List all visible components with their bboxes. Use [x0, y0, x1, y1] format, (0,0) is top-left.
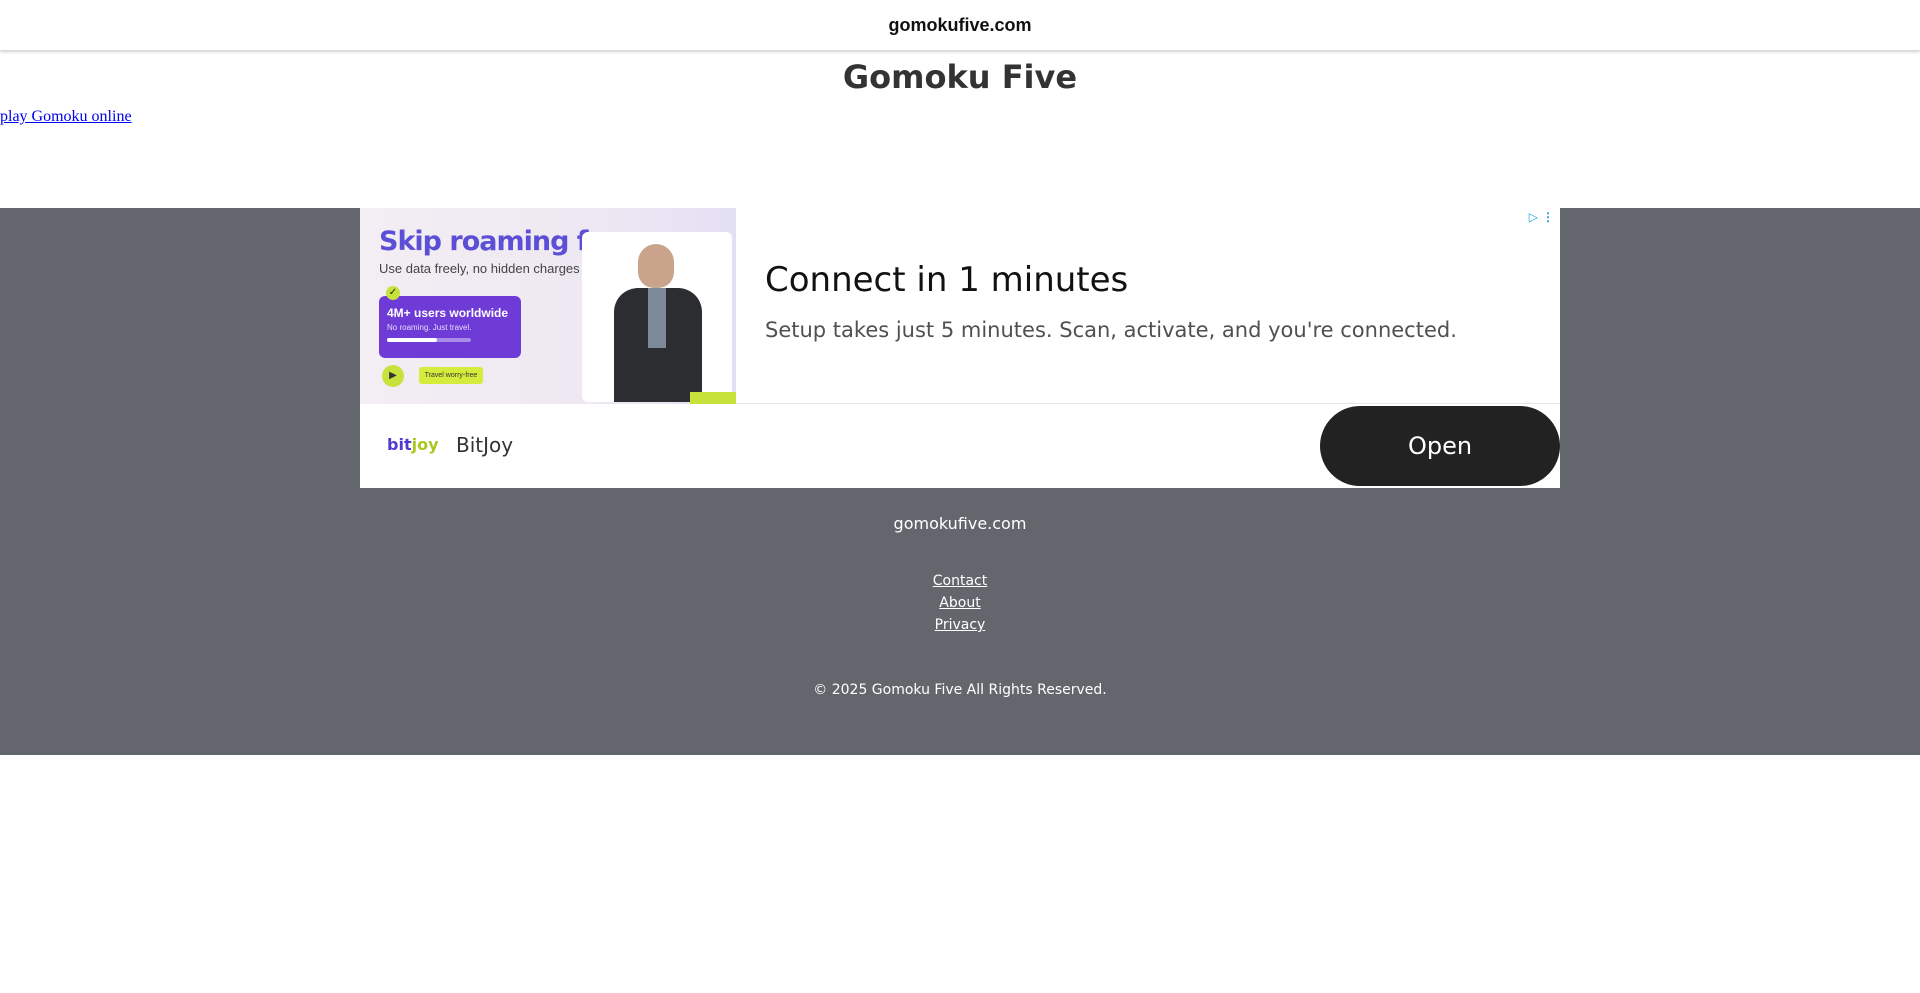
ad-bottom-section: bitjoy BitJoy Open [360, 405, 1560, 488]
advertisement[interactable]: Skip roaming fees Use data freely, no hi… [360, 208, 1560, 488]
footer: Skip roaming fees Use data freely, no hi… [0, 208, 1920, 755]
top-bar: gomokufive.com [0, 0, 1920, 50]
footer-link-about[interactable]: About [0, 592, 1920, 614]
ad-image[interactable]: Skip roaming fees Use data freely, no hi… [360, 208, 736, 404]
ad-image-progress-fill [387, 338, 438, 342]
copyright: © 2025 Gomoku Five All Rights Reserved. [813, 682, 1107, 698]
footer-domain: gomokufive.com [893, 514, 1027, 533]
check-icon: ✓ [386, 286, 400, 300]
footer-link-contact[interactable]: Contact [0, 570, 1920, 592]
ad-image-person-photo [582, 232, 732, 402]
ad-image-card-title: 4M+ users worldwide [387, 306, 509, 320]
ad-image-card: 4M+ users worldwide No roaming. Just tra… [379, 296, 521, 358]
ad-image-pill: Travel worry-free [419, 367, 483, 384]
brand-logo[interactable]: bitjoy [387, 435, 439, 454]
footer-link-privacy[interactable]: Privacy [0, 614, 1920, 636]
person-head [638, 244, 674, 288]
footer-links: Contact About Privacy [0, 570, 1920, 636]
brand-logo-part2: joy [411, 435, 439, 454]
ad-top-section: Skip roaming fees Use data freely, no hi… [360, 208, 1560, 404]
open-button[interactable]: Open [1320, 406, 1560, 486]
ad-image-accent [690, 392, 736, 404]
ad-description[interactable]: Setup takes just 5 minutes. Scan, activa… [765, 318, 1457, 342]
brand-logo-part1: bit [387, 435, 412, 454]
page-title: Gomoku Five [842, 58, 1078, 96]
ad-image-subline: Use data freely, no hidden charges [379, 261, 580, 276]
more-options-icon[interactable]: ⋮ [1542, 210, 1554, 224]
ad-image-card-subline: No roaming. Just travel. [387, 323, 472, 332]
adchoices[interactable]: ▷ ⋮ [1529, 210, 1554, 224]
play-gomoku-link[interactable]: play Gomoku online [0, 108, 132, 126]
brand-name[interactable]: BitJoy [456, 433, 513, 457]
site-domain[interactable]: gomokufive.com [888, 15, 1031, 36]
ad-image-progress-bar [387, 338, 471, 342]
play-icon: ▶ [382, 365, 404, 387]
adchoices-icon[interactable]: ▷ [1529, 210, 1538, 224]
person-shirt [648, 288, 666, 348]
ad-title[interactable]: Connect in 1 minutes [765, 260, 1457, 300]
ad-copy[interactable]: Connect in 1 minutes Setup takes just 5 … [765, 260, 1457, 342]
